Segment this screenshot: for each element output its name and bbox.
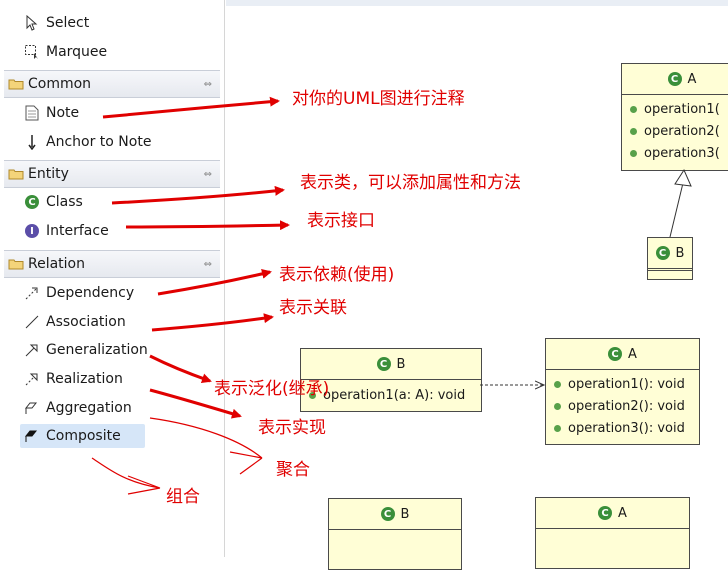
annotation-interface: 表示接口 (307, 211, 375, 231)
annotation-note: 对你的UML图进行注释 (292, 89, 465, 109)
red-bracket-composite (91, 457, 161, 495)
red-arrow-generalization (149, 354, 212, 384)
annotation-dependency: 表示依赖(使用) (279, 265, 395, 285)
red-arrow-dependency (157, 268, 272, 296)
annotation-aggregation: 聚合 (276, 460, 310, 480)
annotation-realization: 表示实现 (258, 418, 326, 438)
annotation-generalization: 表示泛化(继承) (214, 379, 330, 399)
red-arrow-interface (125, 220, 290, 231)
red-arrow-association (151, 313, 274, 332)
annotation-association: 表示关联 (279, 298, 347, 318)
annotation-class: 表示类，可以添加属性和方法 (300, 173, 521, 193)
red-bracket-aggregation (149, 417, 263, 475)
generalization-arrowhead (674, 168, 692, 187)
red-arrow-class (111, 185, 285, 205)
annotation-composite: 组合 (166, 487, 200, 507)
generalization-line[interactable] (669, 182, 684, 238)
red-arrow-note (102, 96, 280, 119)
